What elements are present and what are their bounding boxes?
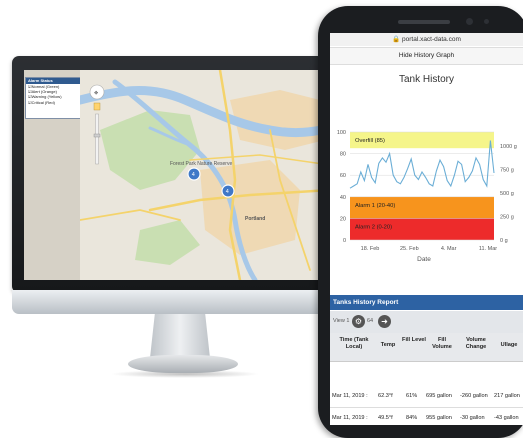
map-view[interactable]: ✥ 4 4 Portland Forest Park Nature Reserv… [80,70,330,280]
y2-tick-label: 750 g [500,168,514,174]
monitor-screen: Alarm Status ☑Normal (Green) ☑Alert (Ora… [24,70,330,280]
tank-history-chart: Overfill (85) Alarm 1 (20-40) Alarm 2 (0-2… [337,130,517,263]
chart-band-label: Overfill (85) [355,138,385,144]
cell-temp: 62.3°f [378,393,393,399]
chart-bands: Overfill (85) Alarm 1 (20-40) Alarm 2 (0-2… [350,132,494,240]
report-header: Tanks History Report [330,295,523,310]
phone-screen: 🔒 portal.xact-data.com Hide History Grap… [330,33,523,425]
x-tick-label: 25. Feb [400,246,419,252]
report-pager: View 1 ⚙ 64 ➜ [330,311,523,333]
col-ullage[interactable]: Ullage [496,342,522,349]
col-fill-volume[interactable]: Fill Volume [428,337,456,351]
alarm-status-critical[interactable]: ☑Critical (Red) [26,100,80,105]
cell-fill-volume: 695 gallon [426,393,452,399]
next-arrow-icon[interactable]: ➜ [378,315,391,328]
svg-text:✥: ✥ [94,91,98,97]
cell-ullage: 217 gallon [494,393,520,399]
cell-temp: 49.5°f [378,415,393,421]
alarm-status-critical-label: Critical (Red) [31,99,55,105]
chart-band-label: Alarm 1 (20-40) [355,203,395,209]
chart-title: Tank History [398,74,454,85]
y-tick-label: 20 [340,216,346,222]
view-label: View 1 [333,318,350,324]
phone-speaker [398,20,450,24]
y2-tick-label: 1000 g [500,144,517,150]
y-tick-label: 80 [340,152,346,158]
y-tick-label: 0 [343,238,346,244]
alarm-status-legend: Alarm Status ☑Normal (Green) ☑Alert (Ora… [25,77,81,119]
cell-time: Mar 11, 2019 : [332,415,368,421]
col-time[interactable]: Time (Tank Local) [332,337,376,351]
phone-camera [466,18,473,25]
col-volume-change[interactable]: Volume Change [460,337,492,351]
table-row[interactable]: Mar 11, 2019 : 49.5°f 84% 955 gallon -30… [330,409,523,425]
x-axis-label: Date [417,256,431,263]
street-view-pegman[interactable] [93,102,101,111]
browser-url-bar[interactable]: 🔒 portal.xact-data.com [330,33,523,46]
chart-band-label: Alarm 2 (0-20) [355,224,392,230]
monitor-stand-base [128,355,238,373]
report-table-header: Time (Tank Local) Temp Fill Level Fill V… [330,333,523,362]
monitor-chin [12,290,342,314]
y-tick-label: 40 [340,195,346,201]
map-park-label: Forest Park Nature Reserve [170,161,232,167]
cell-fill-level: 61% [406,393,418,399]
y2-axis-ticks: 0 g 250 g 500 g 750 g 1000 g [500,144,517,244]
y2-tick-label: 0 g [500,238,508,244]
cell-volume-change: -30 gallon [460,415,485,421]
x-tick-label: 18. Feb [361,246,380,252]
y-axis-ticks: 0 20 40 60 80 100 [337,130,346,244]
cell-fill-level: 84% [406,415,418,421]
x-tick-label: 4. Mar [441,246,457,252]
table-row[interactable]: Mar 11, 2019 : 62.3°f 61% 695 gallon -26… [330,387,523,408]
y2-tick-label: 500 g [500,191,514,197]
monitor-stand-neck [150,314,210,358]
map-side-panel: Alarm Status ☑Normal (Green) ☑Alert (Ora… [24,70,81,280]
settings-gear-icon[interactable]: ⚙ [352,315,365,328]
map-marker-count: 4 [192,172,195,178]
phone-sensor [484,19,489,24]
url-text: portal.xact-data.com [402,36,461,43]
lock-icon: 🔒 [392,36,401,43]
x-axis-ticks: 18. Feb 25. Feb 4. Mar 11. Mar [361,246,498,252]
col-temp[interactable]: Temp [378,342,398,349]
y-tick-label: 100 [337,130,346,136]
page-hint: 64 [367,318,374,324]
map-marker-count: 4 [226,189,229,195]
map-city-label: Portland [245,216,265,222]
cell-fill-volume: 955 gallon [426,415,452,421]
y2-tick-label: 250 g [500,215,514,221]
hide-history-graph-button[interactable]: Hide History Graph [330,47,523,65]
cell-ullage: -43 gallon [494,415,519,421]
col-fill-level[interactable]: Fill Level [402,337,426,344]
y-tick-label: 60 [340,173,346,179]
x-tick-label: 11. Mar [479,246,497,252]
cell-time: Mar 11, 2019 : [332,393,368,399]
cell-volume-change: -260 gallon [460,393,488,399]
